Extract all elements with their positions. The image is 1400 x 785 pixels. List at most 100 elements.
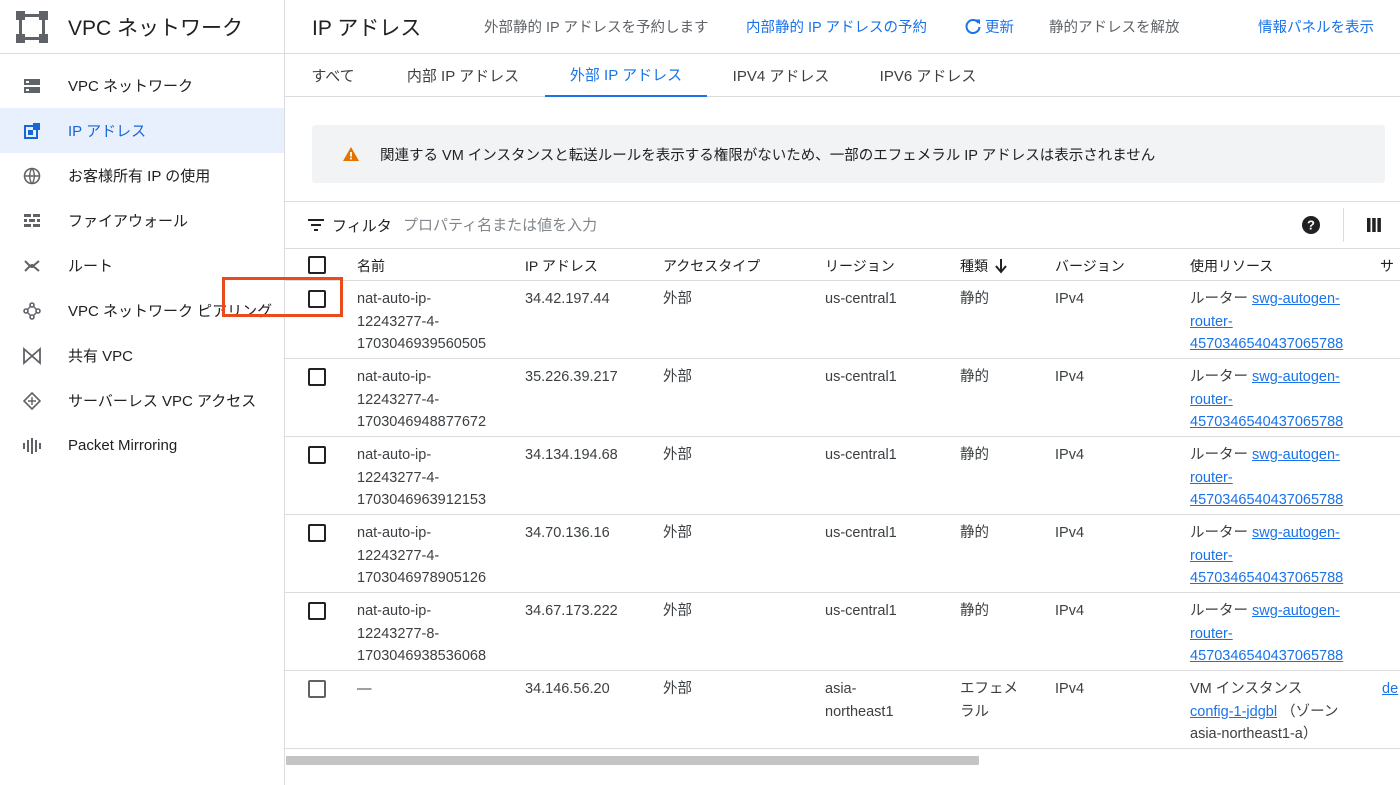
sidebar-item-label: ルート xyxy=(68,258,114,275)
resource-type: ルーター xyxy=(1190,369,1253,385)
cell-line: asia- xyxy=(825,681,857,697)
cell-name: nat-auto-ip- 12243277-4- 1703046978905126 xyxy=(357,522,486,590)
column-header-access-type[interactable]: アクセスタイプ xyxy=(663,256,760,276)
router-link-part: swg-autogen- xyxy=(1252,525,1340,541)
column-header-name[interactable]: 名前 xyxy=(357,256,385,276)
tab-bar: すべて 内部 IP アドレス 外部 IP アドレス IPV4 アドレス IPV6… xyxy=(285,54,1400,97)
table-row[interactable]: nat-auto-ip- 12243277-4- 1703046948877672 3… xyxy=(285,359,1400,437)
row-checkbox[interactable] xyxy=(308,368,326,386)
sidebar-item-shared-vpc[interactable]: 共有 VPC xyxy=(0,333,284,378)
cell-region: asia-northeast1 xyxy=(825,678,894,723)
divider xyxy=(1343,208,1344,242)
column-display-icon[interactable] xyxy=(1367,218,1381,232)
cell-version: IPv4 xyxy=(1055,681,1085,697)
resource-type: ルーター xyxy=(1190,525,1253,541)
sidebar-item-ip-addresses[interactable]: IP アドレス xyxy=(0,108,284,153)
table-row[interactable]: nat-auto-ip- 12243277-8- 1703046938536068 3… xyxy=(285,593,1400,671)
select-all-checkbox[interactable] xyxy=(308,256,326,274)
reserve-external-ip-button[interactable]: 外部静的 IP アドレスを予約します xyxy=(484,16,709,37)
sidebar-item-byoip[interactable]: お客様所有 IP の使用 xyxy=(0,153,284,198)
router-link-part: swg-autogen- xyxy=(1252,291,1340,307)
table-row[interactable]: nat-auto-ip- 12243277-4- 1703046939560505 3… xyxy=(285,281,1400,359)
refresh-button[interactable]: 更新 xyxy=(964,16,1014,37)
release-static-address-button[interactable]: 静的アドレスを解放 xyxy=(1049,16,1180,37)
help-icon[interactable]: ? xyxy=(1302,216,1320,234)
vm-instance-link[interactable]: config-1-jdgbl xyxy=(1190,704,1277,720)
router-link-part: router- xyxy=(1190,391,1233,408)
filter-label[interactable]: フィルタ xyxy=(332,215,392,236)
filter-input[interactable] xyxy=(403,213,1003,237)
cell-used-by: ルーター swg-autogen-router- 4570346540437065… xyxy=(1190,444,1360,512)
show-info-panel-button[interactable]: 情報パネルを表示 xyxy=(1258,16,1374,37)
column-header-used-by[interactable]: 使用リソース xyxy=(1190,256,1273,276)
table-row[interactable]: — 34.146.56.20 外部 asia-northeast1 エフェメ ラル IPv4… xyxy=(285,671,1400,749)
cell-name: — xyxy=(357,678,372,701)
filter-icon xyxy=(308,219,324,231)
tab-external-ip[interactable]: 外部 IP アドレス xyxy=(545,54,707,97)
cell-line: nat-auto-ip- xyxy=(357,603,432,619)
page-title: IP アドレス xyxy=(312,16,422,40)
cell-used-by: ルーター swg-autogen-router- 4570346540437065… xyxy=(1190,288,1360,356)
reserve-internal-ip-button[interactable]: 内部静的 IP アドレスの予約 xyxy=(746,16,927,37)
router-link-part: router- xyxy=(1190,547,1233,564)
horizontal-scrollbar[interactable] xyxy=(286,756,979,765)
row-checkbox[interactable] xyxy=(308,446,326,464)
cell-line: — xyxy=(357,681,372,697)
globe-icon xyxy=(22,166,42,186)
tab-ipv4[interactable]: IPV4 アドレス xyxy=(725,54,837,97)
cell-line: northeast1 xyxy=(825,703,894,720)
table-row[interactable]: nat-auto-ip- 12243277-4- 1703046978905126 3… xyxy=(285,515,1400,593)
sidebar-item-serverless-vpc-access[interactable]: サーバーレス VPC アクセス xyxy=(0,378,284,423)
cell-access-type: 外部 xyxy=(663,525,692,541)
cell-access-type: 外部 xyxy=(663,291,692,307)
cell-ip-address: 35.226.39.217 xyxy=(525,369,618,385)
column-header-truncated[interactable]: サ xyxy=(1380,256,1394,276)
sidebar-item-packet-mirroring[interactable]: Packet Mirroring xyxy=(0,423,284,468)
column-header-type[interactable]: 種類 xyxy=(960,256,1008,276)
cell-type: 静的 xyxy=(960,366,989,389)
shared-vpc-icon xyxy=(22,346,42,366)
refresh-icon xyxy=(965,18,981,34)
cell-type: エフェメ ラル xyxy=(960,678,1018,723)
table-body: nat-auto-ip- 12243277-4- 1703046939560505 3… xyxy=(285,281,1400,749)
router-link-part: 4570346540437065788 xyxy=(1190,492,1344,508)
cell-line: 12243277-4- xyxy=(357,469,440,486)
cell-line: 1703046978905126 xyxy=(357,570,487,586)
router-link-part: 4570346540437065788 xyxy=(1190,648,1344,664)
cell-line: us-central1 xyxy=(825,369,897,385)
sidebar-item-vpc-network[interactable]: VPC ネットワーク xyxy=(0,63,284,108)
cell-type: 静的 xyxy=(960,288,989,311)
column-header-region[interactable]: リージョン xyxy=(825,256,895,276)
refresh-label: 更新 xyxy=(985,20,1014,36)
firewall-icon xyxy=(22,211,42,231)
sidebar-item-label: Packet Mirroring xyxy=(68,437,178,454)
tab-ipv6[interactable]: IPV6 アドレス xyxy=(873,54,983,97)
row-checkbox[interactable] xyxy=(308,524,326,542)
cell-used-by: ルーター swg-autogen-router- 4570346540437065… xyxy=(1190,366,1360,434)
cell-type: 静的 xyxy=(960,444,989,467)
sidebar-item-label: ファイアウォール xyxy=(68,213,189,230)
cell-line: 12243277-4- xyxy=(357,313,440,330)
row-checkbox[interactable] xyxy=(308,602,326,620)
vpc-network-icon xyxy=(22,76,42,96)
filter-bar: フィルタ ? xyxy=(285,202,1400,248)
column-header-version[interactable]: バージョン xyxy=(1055,256,1125,276)
tab-all[interactable]: すべて xyxy=(301,54,365,97)
column-header-ip[interactable]: IP アドレス xyxy=(525,256,598,276)
row-checkbox[interactable] xyxy=(308,680,326,698)
column-header-type-label: 種類 xyxy=(960,258,988,274)
table-row[interactable]: nat-auto-ip- 12243277-4- 1703046963912153 3… xyxy=(285,437,1400,515)
cell-line: エフェメ xyxy=(960,681,1018,697)
cell-line: nat-auto-ip- xyxy=(357,447,432,463)
resource-type: VM インスタンス xyxy=(1190,681,1303,697)
main-content: IP アドレス 外部静的 IP アドレスを予約します 内部静的 IP アドレスの… xyxy=(285,0,1400,785)
tab-internal-ip[interactable]: 内部 IP アドレス xyxy=(399,54,527,97)
cell-version: IPv4 xyxy=(1055,291,1085,307)
sidebar-item-firewall[interactable]: ファイアウォール xyxy=(0,198,284,243)
cell-line: 12243277-4- xyxy=(357,391,440,408)
resource-type: ルーター xyxy=(1190,603,1253,619)
router-link-part: router- xyxy=(1190,625,1233,642)
sidebar: VPC ネットワーク VPC ネットワーク IP アドレス お客様所有 IP の… xyxy=(0,0,285,785)
truncated-link[interactable]: de xyxy=(1382,681,1398,697)
router-link-part: router- xyxy=(1190,313,1233,330)
